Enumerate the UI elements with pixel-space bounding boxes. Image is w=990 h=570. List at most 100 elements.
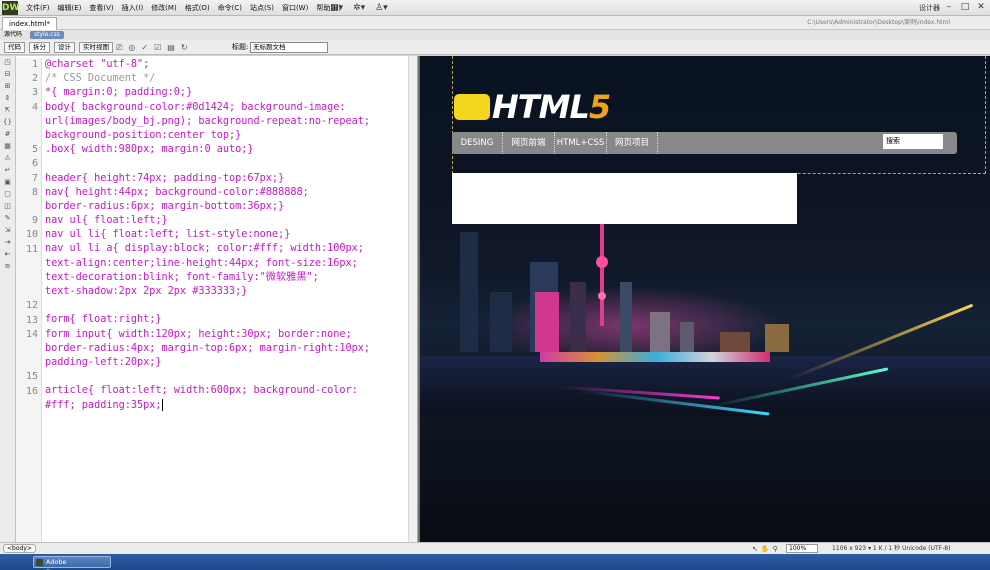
- code-line: form{ float:right;}: [45, 314, 162, 326]
- preview-icon[interactable]: ◎: [128, 42, 135, 53]
- code-lines: @charset "utf-8"; /* CSS Document */ *{ ma…: [45, 58, 409, 413]
- menu-site[interactable]: 站点(S): [246, 0, 278, 16]
- expand-all-icon[interactable]: ⇕: [0, 92, 15, 104]
- menu-insert[interactable]: 插入(I): [118, 0, 148, 16]
- wrap-tag-icon[interactable]: ◫: [0, 200, 15, 212]
- hand-icon[interactable]: ✋: [761, 544, 770, 554]
- text-caret: [161, 398, 163, 411]
- code-scrollbar[interactable]: [408, 56, 417, 542]
- nav-item-html-css[interactable]: HTML+CSS: [555, 132, 607, 154]
- design-view[interactable]: HTML5 DESING 网页前端 HTML+CSS 网页项目 搜索: [420, 56, 990, 542]
- highlight-icon[interactable]: ▦: [0, 140, 15, 152]
- menu-view[interactable]: 查看(V): [85, 0, 117, 16]
- line-numbers-icon[interactable]: #: [0, 128, 15, 140]
- multiscreen-icon[interactable]: ⎚: [116, 42, 122, 53]
- balance-braces-icon[interactable]: {}: [0, 116, 15, 128]
- nav-item-frontend[interactable]: 网页前端: [503, 132, 555, 154]
- tv-tower: [600, 216, 604, 326]
- open-documents-icon[interactable]: ◳: [0, 56, 15, 68]
- zoom-icon[interactable]: ⚲: [773, 544, 778, 554]
- maximize-icon[interactable]: □: [958, 1, 972, 14]
- move-css-icon[interactable]: ⇲: [0, 224, 15, 236]
- uncomment-icon[interactable]: ▢: [0, 188, 15, 200]
- comment-icon[interactable]: ▣: [0, 176, 15, 188]
- check-icon[interactable]: ✓: [141, 42, 148, 53]
- indent-icon[interactable]: ⇥: [0, 236, 15, 248]
- building: [650, 312, 670, 352]
- code-line: url(images/body_bj.png); background-repe…: [45, 115, 371, 127]
- app-toolbar: ▦▾ ✲▾ ♙▾: [330, 2, 388, 14]
- live-view-button[interactable]: 实时视图: [79, 42, 113, 53]
- code-line: background-position:center top;}: [45, 129, 242, 141]
- code-line: text-shadow:2px 2px 2px #333333;}: [45, 286, 248, 297]
- code-line: nav ul li a{ display:block; color:#fff; …: [45, 243, 364, 255]
- menu-file[interactable]: 文件(F): [22, 0, 54, 16]
- zoom-select[interactable]: 100%: [786, 544, 818, 553]
- logo-block: [454, 94, 490, 120]
- code-line: text-decoration:blink; font-family:"微软雅黑…: [45, 271, 319, 283]
- line-number: 11: [25, 243, 38, 255]
- code-line: #fff; padding:35px;: [45, 398, 163, 411]
- line-number: 7: [31, 172, 38, 184]
- logo-five-text: 5: [588, 88, 611, 126]
- site-icon[interactable]: ♙▾: [375, 2, 388, 14]
- code-line: /* CSS Document */: [45, 73, 156, 85]
- collapse-tag-icon[interactable]: ⊟: [0, 68, 15, 80]
- menu-commands[interactable]: 命令(C): [214, 0, 246, 16]
- nav-item-projects[interactable]: 网页项目: [607, 132, 658, 154]
- refresh-icon[interactable]: ↻: [181, 42, 188, 53]
- line-number: 6: [31, 158, 38, 170]
- menu-edit[interactable]: 编辑(E): [54, 0, 86, 16]
- tab-index-html[interactable]: index.html*: [2, 17, 57, 30]
- word-wrap-icon[interactable]: ↵: [0, 164, 15, 176]
- taskbar-dreamweaver[interactable]: Adobe Dreamweav...: [33, 556, 111, 570]
- line-number: 15: [25, 371, 38, 383]
- collapse-selection-icon[interactable]: ⊞: [0, 80, 15, 92]
- window-controls: – □ ✕: [942, 1, 988, 14]
- line-number: 1: [31, 59, 38, 70]
- tv-tower-sphere: [598, 292, 606, 300]
- select-parent-icon[interactable]: ⇱: [0, 104, 15, 116]
- pointer-icon[interactable]: ↖: [752, 544, 758, 554]
- menu-window[interactable]: 窗口(W): [278, 0, 312, 16]
- recent-snippets-icon[interactable]: ✎: [0, 212, 15, 224]
- workspace-switcher[interactable]: 设计器: [919, 2, 940, 14]
- close-icon[interactable]: ✕: [974, 1, 988, 14]
- search-input[interactable]: 搜索: [883, 134, 943, 149]
- extend-icon[interactable]: ✲▾: [353, 2, 365, 14]
- tag-selector[interactable]: <body>: [3, 544, 36, 553]
- minimize-icon[interactable]: –: [942, 1, 956, 14]
- design-view-button[interactable]: 设计: [54, 42, 75, 53]
- outdent-icon[interactable]: ⇤: [0, 248, 15, 260]
- menu-modify[interactable]: 修改(M): [147, 0, 181, 16]
- code-line: nav{ height:44px; background-color:#8888…: [45, 186, 309, 198]
- format-source-icon[interactable]: ≡: [0, 260, 15, 272]
- title-input[interactable]: 无标题文档: [250, 42, 328, 53]
- building: [460, 232, 478, 352]
- line-number: 2: [31, 73, 38, 85]
- menu-format[interactable]: 格式(O): [181, 0, 214, 16]
- source-code-link[interactable]: 源代码: [4, 30, 22, 40]
- title-bar: DW 文件(F) 编辑(E) 查看(V) 插入(I) 修改(M) 格式(O) 命…: [0, 0, 990, 16]
- building: [535, 292, 559, 352]
- syntax-error-icon[interactable]: ⚠: [0, 152, 15, 164]
- line-number: 13: [25, 314, 38, 326]
- building: [720, 332, 750, 352]
- validate-icon[interactable]: ☑: [154, 42, 161, 53]
- site-nav: DESING 网页前端 HTML+CSS 网页项目: [452, 132, 957, 154]
- nav-item-desing[interactable]: DESING: [452, 132, 503, 154]
- layout-icon[interactable]: ▦▾: [330, 2, 343, 14]
- code-line: nav ul li{ float:left; list-style:none;}: [45, 229, 291, 241]
- code-line: body{ background-color:#0d1424; backgrou…: [45, 101, 346, 113]
- code-line: border-radius:4px; margin-top:6px; margi…: [45, 342, 371, 354]
- split-view-button[interactable]: 拆分: [29, 42, 50, 53]
- code-editor[interactable]: 1 2 3 4 5 6 7 8 9 10 11 12 13 14 15 16 @charset "utf-8"…: [16, 56, 418, 542]
- code-view-button[interactable]: 代码: [4, 42, 25, 53]
- visual-aids-icon[interactable]: ▤: [167, 42, 175, 53]
- code-line: *{ margin:0; padding:0;}: [45, 87, 193, 99]
- style-css-link[interactable]: style.css: [30, 31, 64, 39]
- waterfront-lights: [540, 352, 770, 362]
